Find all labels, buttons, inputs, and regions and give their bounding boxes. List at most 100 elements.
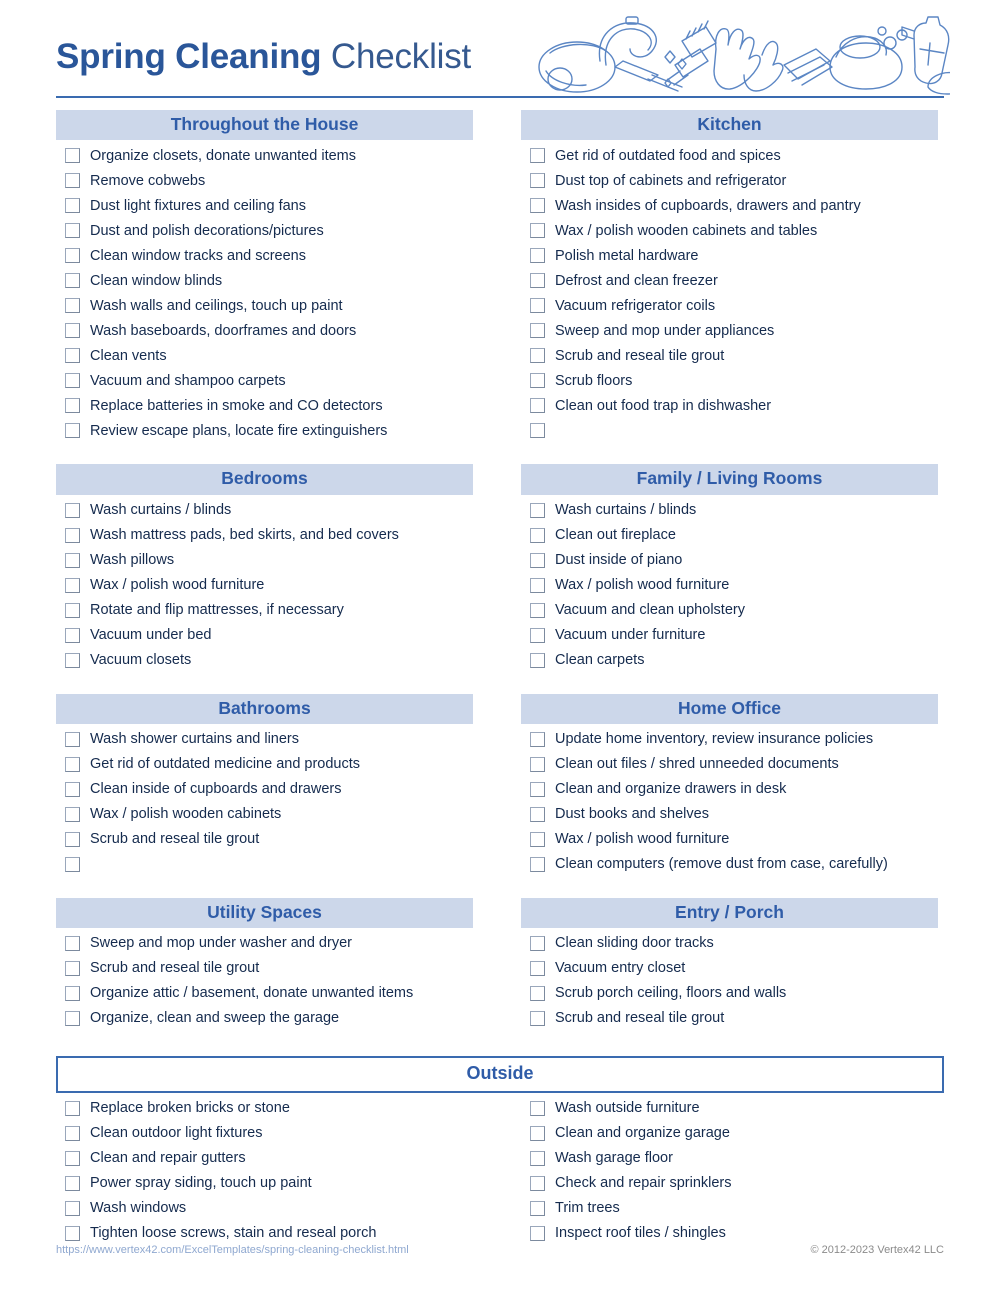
checklist-item[interactable]: Inspect roof tiles / shingles: [521, 1221, 938, 1246]
checklist-item[interactable]: Wash garage floor: [521, 1146, 938, 1171]
checklist-item[interactable]: Wax / polish wooden cabinets and tables: [521, 218, 938, 243]
checkbox-icon[interactable]: [65, 1200, 80, 1216]
checkbox-icon[interactable]: [65, 602, 80, 618]
checklist-item[interactable]: Scrub and reseal tile grout: [521, 1006, 938, 1031]
checklist-item[interactable]: Clean window tracks and screens: [56, 243, 473, 268]
checkbox-icon[interactable]: [530, 731, 545, 747]
checklist-item[interactable]: Check and repair sprinklers: [521, 1171, 938, 1196]
checklist-item[interactable]: Sweep and mop under appliances: [521, 318, 938, 343]
checklist-item[interactable]: Clean out food trap in dishwasher: [521, 393, 938, 418]
checkbox-icon[interactable]: [65, 806, 80, 822]
checkbox-icon[interactable]: [530, 502, 545, 518]
checklist-item[interactable]: Vacuum refrigerator coils: [521, 293, 938, 318]
checkbox-icon[interactable]: [530, 831, 545, 847]
checklist-item[interactable]: Clean computers (remove dust from case, …: [521, 852, 938, 877]
checklist-item[interactable]: Scrub porch ceiling, floors and walls: [521, 981, 938, 1006]
checklist-item[interactable]: Dust light fixtures and ceiling fans: [56, 193, 473, 218]
checkbox-icon[interactable]: [65, 348, 80, 364]
checklist-item[interactable]: Wash windows: [56, 1196, 473, 1221]
checklist-item[interactable]: Replace broken bricks or stone: [56, 1096, 473, 1121]
checklist-item[interactable]: Replace batteries in smoke and CO detect…: [56, 393, 473, 418]
checklist-item[interactable]: Organize, clean and sweep the garage: [56, 1006, 473, 1031]
checkbox-icon[interactable]: [530, 148, 545, 164]
checklist-item[interactable]: Scrub and reseal tile grout: [521, 343, 938, 368]
checklist-item[interactable]: Clean vents: [56, 343, 473, 368]
checklist-item[interactable]: Clean carpets: [521, 648, 938, 673]
checklist-item[interactable]: Scrub floors: [521, 368, 938, 393]
checklist-item[interactable]: Wash shower curtains and liners: [56, 727, 473, 752]
footer-url[interactable]: https://www.vertex42.com/ExcelTemplates/…: [56, 1244, 409, 1256]
checklist-item[interactable]: Wash pillows: [56, 548, 473, 573]
checklist-item[interactable]: Clean inside of cupboards and drawers: [56, 777, 473, 802]
checklist-item[interactable]: Wash insides of cupboards, drawers and p…: [521, 193, 938, 218]
checkbox-icon[interactable]: [530, 806, 545, 822]
checkbox-icon[interactable]: [65, 1011, 80, 1026]
checkbox-icon[interactable]: [65, 627, 80, 643]
checkbox-icon[interactable]: [530, 756, 545, 772]
checkbox-icon[interactable]: [530, 627, 545, 643]
checkbox-icon[interactable]: [65, 502, 80, 518]
checkbox-icon[interactable]: [530, 398, 545, 414]
checkbox-icon[interactable]: [65, 577, 80, 593]
checkbox-icon[interactable]: [65, 1225, 80, 1241]
checkbox-icon[interactable]: [530, 273, 545, 289]
checkbox-icon[interactable]: [65, 423, 80, 439]
checkbox-icon[interactable]: [65, 1175, 80, 1191]
checkbox-icon[interactable]: [530, 348, 545, 364]
checklist-item[interactable]: Wax / polish wood furniture: [521, 573, 938, 598]
checklist-item[interactable]: Get rid of outdated medicine and product…: [56, 752, 473, 777]
checkbox-icon[interactable]: [530, 323, 545, 339]
checkbox-icon[interactable]: [530, 373, 545, 389]
checklist-item[interactable]: Wash curtains / blinds: [521, 498, 938, 523]
checklist-item[interactable]: Remove cobwebs: [56, 168, 473, 193]
checklist-item[interactable]: Wash baseboards, doorframes and doors: [56, 318, 473, 343]
checkbox-icon[interactable]: [530, 936, 545, 951]
checklist-item[interactable]: Scrub and reseal tile grout: [56, 956, 473, 981]
checklist-item[interactable]: Rotate and flip mattresses, if necessary: [56, 598, 473, 623]
checklist-item[interactable]: Get rid of outdated food and spices: [521, 143, 938, 168]
checkbox-icon[interactable]: [65, 652, 80, 668]
checkbox-icon[interactable]: [530, 298, 545, 314]
checkbox-icon[interactable]: [65, 198, 80, 214]
checklist-item[interactable]: Wax / polish wooden cabinets: [56, 802, 473, 827]
checklist-item[interactable]: Clean window blinds: [56, 268, 473, 293]
checklist-item[interactable]: Power spray siding, touch up paint: [56, 1171, 473, 1196]
checklist-item[interactable]: Wash walls and ceilings, touch up paint: [56, 293, 473, 318]
checklist-item[interactable]: [521, 418, 938, 443]
checklist-item[interactable]: Dust inside of piano: [521, 548, 938, 573]
checkbox-icon[interactable]: [65, 986, 80, 1001]
checkbox-icon[interactable]: [65, 148, 80, 164]
checklist-item[interactable]: Wax / polish wood furniture: [521, 827, 938, 852]
checkbox-icon[interactable]: [530, 527, 545, 543]
checkbox-icon[interactable]: [65, 856, 80, 872]
checklist-item[interactable]: Review escape plans, locate fire extingu…: [56, 418, 473, 443]
checkbox-icon[interactable]: [530, 552, 545, 568]
checkbox-icon[interactable]: [530, 856, 545, 872]
checkbox-icon[interactable]: [530, 223, 545, 239]
checkbox-icon[interactable]: [65, 1150, 80, 1166]
checkbox-icon[interactable]: [530, 1150, 545, 1166]
checklist-item[interactable]: Dust and polish decorations/pictures: [56, 218, 473, 243]
checkbox-icon[interactable]: [530, 1175, 545, 1191]
checkbox-icon[interactable]: [65, 298, 80, 314]
checklist-item[interactable]: Wash outside furniture: [521, 1096, 938, 1121]
checklist-item[interactable]: Clean and organize drawers in desk: [521, 777, 938, 802]
checklist-item[interactable]: Defrost and clean freezer: [521, 268, 938, 293]
checklist-item[interactable]: Vacuum under furniture: [521, 623, 938, 648]
checkbox-icon[interactable]: [530, 198, 545, 214]
checklist-item[interactable]: Sweep and mop under washer and dryer: [56, 931, 473, 956]
checkbox-icon[interactable]: [530, 1225, 545, 1241]
checklist-item[interactable]: Organize attic / basement, donate unwant…: [56, 981, 473, 1006]
checkbox-icon[interactable]: [65, 527, 80, 543]
checkbox-icon[interactable]: [65, 1125, 80, 1141]
checklist-item[interactable]: Wash curtains / blinds: [56, 498, 473, 523]
checkbox-icon[interactable]: [530, 248, 545, 264]
checkbox-icon[interactable]: [65, 831, 80, 847]
checkbox-icon[interactable]: [530, 577, 545, 593]
checkbox-icon[interactable]: [65, 1100, 80, 1116]
checkbox-icon[interactable]: [65, 173, 80, 189]
checklist-item[interactable]: Clean out fireplace: [521, 523, 938, 548]
checkbox-icon[interactable]: [65, 323, 80, 339]
checklist-item[interactable]: Organize closets, donate unwanted items: [56, 143, 473, 168]
checkbox-icon[interactable]: [65, 552, 80, 568]
